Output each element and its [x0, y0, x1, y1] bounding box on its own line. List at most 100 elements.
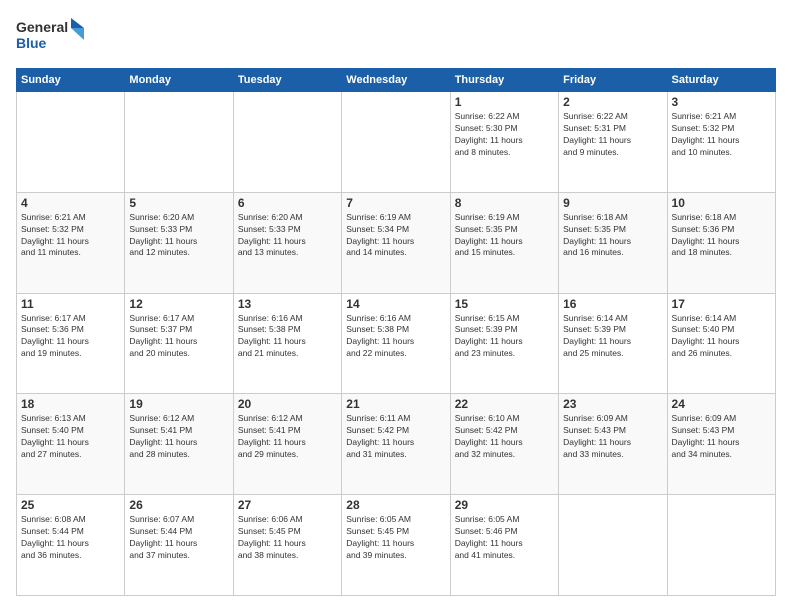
calendar-cell: 3 Sunrise: 6:21 AM Sunset: 5:32 PM Daylig… — [667, 92, 775, 193]
day-number: 1 — [455, 95, 554, 109]
calendar-cell: 18 Sunrise: 6:13 AM Sunset: 5:40 PM Dayli… — [17, 394, 125, 495]
calendar-cell: 20 Sunrise: 6:12 AM Sunset: 5:41 PM Dayli… — [233, 394, 341, 495]
day-info: Sunrise: 6:17 AM Sunset: 5:36 PM Dayligh… — [21, 313, 120, 361]
day-number: 20 — [238, 397, 337, 411]
day-info: Sunrise: 6:05 AM Sunset: 5:46 PM Dayligh… — [455, 514, 554, 562]
calendar-cell: 21 Sunrise: 6:11 AM Sunset: 5:42 PM Dayli… — [342, 394, 450, 495]
day-number: 18 — [21, 397, 120, 411]
day-info: Sunrise: 6:14 AM Sunset: 5:40 PM Dayligh… — [672, 313, 771, 361]
calendar-cell — [342, 92, 450, 193]
day-number: 12 — [129, 297, 228, 311]
day-number: 24 — [672, 397, 771, 411]
calendar-cell: 13 Sunrise: 6:16 AM Sunset: 5:38 PM Dayli… — [233, 293, 341, 394]
weekday-header-tuesday: Tuesday — [233, 69, 341, 92]
day-number: 8 — [455, 196, 554, 210]
calendar-cell: 8Sunrise: 6:19 AM Sunset: 5:35 PM Daylig… — [450, 192, 558, 293]
day-info: Sunrise: 6:09 AM Sunset: 5:43 PM Dayligh… — [672, 413, 771, 461]
day-info: Sunrise: 6:15 AM Sunset: 5:39 PM Dayligh… — [455, 313, 554, 361]
day-number: 15 — [455, 297, 554, 311]
calendar-cell: 25 Sunrise: 6:08 AM Sunset: 5:44 PM Dayli… — [17, 495, 125, 596]
day-number: 5 — [129, 196, 228, 210]
calendar-cell: 27 Sunrise: 6:06 AM Sunset: 5:45 PM Dayli… — [233, 495, 341, 596]
logo-svg: General Blue — [16, 16, 86, 58]
day-number: 17 — [672, 297, 771, 311]
calendar-week-5: 25 Sunrise: 6:08 AM Sunset: 5:44 PM Dayli… — [17, 495, 776, 596]
day-number: 11 — [21, 297, 120, 311]
calendar-cell: 11 Sunrise: 6:17 AM Sunset: 5:36 PM Dayli… — [17, 293, 125, 394]
day-number: 25 — [21, 498, 120, 512]
day-number: 16 — [563, 297, 662, 311]
day-number: 26 — [129, 498, 228, 512]
logo: General Blue — [16, 16, 86, 58]
weekday-header-saturday: Saturday — [667, 69, 775, 92]
day-info: Sunrise: 6:20 AM Sunset: 5:33 PM Dayligh… — [238, 212, 337, 260]
calendar-cell: 26Sunrise: 6:07 AM Sunset: 5:44 PM Dayli… — [125, 495, 233, 596]
calendar-week-2: 4 Sunrise: 6:21 AM Sunset: 5:32 PM Daylig… — [17, 192, 776, 293]
day-info: Sunrise: 6:06 AM Sunset: 5:45 PM Dayligh… — [238, 514, 337, 562]
day-number: 10 — [672, 196, 771, 210]
day-number: 7 — [346, 196, 445, 210]
day-info: Sunrise: 6:20 AM Sunset: 5:33 PM Dayligh… — [129, 212, 228, 260]
calendar-cell: 15 Sunrise: 6:15 AM Sunset: 5:39 PM Dayli… — [450, 293, 558, 394]
calendar-cell: 29 Sunrise: 6:05 AM Sunset: 5:46 PM Dayli… — [450, 495, 558, 596]
day-number: 9 — [563, 196, 662, 210]
day-info: Sunrise: 6:19 AM Sunset: 5:34 PM Dayligh… — [346, 212, 445, 260]
calendar-cell — [233, 92, 341, 193]
calendar-week-4: 18 Sunrise: 6:13 AM Sunset: 5:40 PM Dayli… — [17, 394, 776, 495]
calendar-cell — [125, 92, 233, 193]
day-info: Sunrise: 6:09 AM Sunset: 5:43 PM Dayligh… — [563, 413, 662, 461]
calendar-cell: 2 Sunrise: 6:22 AM Sunset: 5:31 PM Daylig… — [559, 92, 667, 193]
page: General Blue SundayMondayTuesdayWednesda… — [0, 0, 792, 612]
day-info: Sunrise: 6:08 AM Sunset: 5:44 PM Dayligh… — [21, 514, 120, 562]
day-number: 29 — [455, 498, 554, 512]
day-number: 3 — [672, 95, 771, 109]
day-info: Sunrise: 6:21 AM Sunset: 5:32 PM Dayligh… — [21, 212, 120, 260]
day-number: 22 — [455, 397, 554, 411]
day-info: Sunrise: 6:22 AM Sunset: 5:30 PM Dayligh… — [455, 111, 554, 159]
calendar-cell — [559, 495, 667, 596]
day-info: Sunrise: 6:14 AM Sunset: 5:39 PM Dayligh… — [563, 313, 662, 361]
calendar-cell: 6Sunrise: 6:20 AM Sunset: 5:33 PM Daylig… — [233, 192, 341, 293]
day-info: Sunrise: 6:11 AM Sunset: 5:42 PM Dayligh… — [346, 413, 445, 461]
calendar-cell: 28Sunrise: 6:05 AM Sunset: 5:45 PM Dayli… — [342, 495, 450, 596]
day-number: 27 — [238, 498, 337, 512]
weekday-header-row: SundayMondayTuesdayWednesdayThursdayFrid… — [17, 69, 776, 92]
day-info: Sunrise: 6:16 AM Sunset: 5:38 PM Dayligh… — [238, 313, 337, 361]
day-info: Sunrise: 6:12 AM Sunset: 5:41 PM Dayligh… — [238, 413, 337, 461]
weekday-header-thursday: Thursday — [450, 69, 558, 92]
calendar-cell: 7 Sunrise: 6:19 AM Sunset: 5:34 PM Daylig… — [342, 192, 450, 293]
weekday-header-sunday: Sunday — [17, 69, 125, 92]
day-info: Sunrise: 6:18 AM Sunset: 5:36 PM Dayligh… — [672, 212, 771, 260]
day-info: Sunrise: 6:05 AM Sunset: 5:45 PM Dayligh… — [346, 514, 445, 562]
day-info: Sunrise: 6:22 AM Sunset: 5:31 PM Dayligh… — [563, 111, 662, 159]
header: General Blue — [16, 16, 776, 58]
day-info: Sunrise: 6:21 AM Sunset: 5:32 PM Dayligh… — [672, 111, 771, 159]
weekday-header-friday: Friday — [559, 69, 667, 92]
calendar-cell — [667, 495, 775, 596]
calendar-cell: 4 Sunrise: 6:21 AM Sunset: 5:32 PM Daylig… — [17, 192, 125, 293]
calendar-cell — [17, 92, 125, 193]
calendar-cell: 14Sunrise: 6:16 AM Sunset: 5:38 PM Dayli… — [342, 293, 450, 394]
calendar-cell: 17 Sunrise: 6:14 AM Sunset: 5:40 PM Dayli… — [667, 293, 775, 394]
calendar-cell: 19Sunrise: 6:12 AM Sunset: 5:41 PM Dayli… — [125, 394, 233, 495]
calendar-cell: 23 Sunrise: 6:09 AM Sunset: 5:43 PM Dayli… — [559, 394, 667, 495]
day-number: 2 — [563, 95, 662, 109]
calendar-cell: 22 Sunrise: 6:10 AM Sunset: 5:42 PM Dayli… — [450, 394, 558, 495]
day-number: 14 — [346, 297, 445, 311]
calendar-cell: 24 Sunrise: 6:09 AM Sunset: 5:43 PM Dayli… — [667, 394, 775, 495]
day-number: 21 — [346, 397, 445, 411]
weekday-header-wednesday: Wednesday — [342, 69, 450, 92]
day-info: Sunrise: 6:13 AM Sunset: 5:40 PM Dayligh… — [21, 413, 120, 461]
calendar-cell: 16 Sunrise: 6:14 AM Sunset: 5:39 PM Dayli… — [559, 293, 667, 394]
day-number: 23 — [563, 397, 662, 411]
day-number: 4 — [21, 196, 120, 210]
day-number: 13 — [238, 297, 337, 311]
calendar-cell: 10 Sunrise: 6:18 AM Sunset: 5:36 PM Dayli… — [667, 192, 775, 293]
calendar-table: SundayMondayTuesdayWednesdayThursdayFrid… — [16, 68, 776, 596]
day-info: Sunrise: 6:17 AM Sunset: 5:37 PM Dayligh… — [129, 313, 228, 361]
day-number: 19 — [129, 397, 228, 411]
weekday-header-monday: Monday — [125, 69, 233, 92]
calendar-cell: 1 Sunrise: 6:22 AM Sunset: 5:30 PM Daylig… — [450, 92, 558, 193]
day-info: Sunrise: 6:10 AM Sunset: 5:42 PM Dayligh… — [455, 413, 554, 461]
svg-text:Blue: Blue — [16, 35, 47, 51]
